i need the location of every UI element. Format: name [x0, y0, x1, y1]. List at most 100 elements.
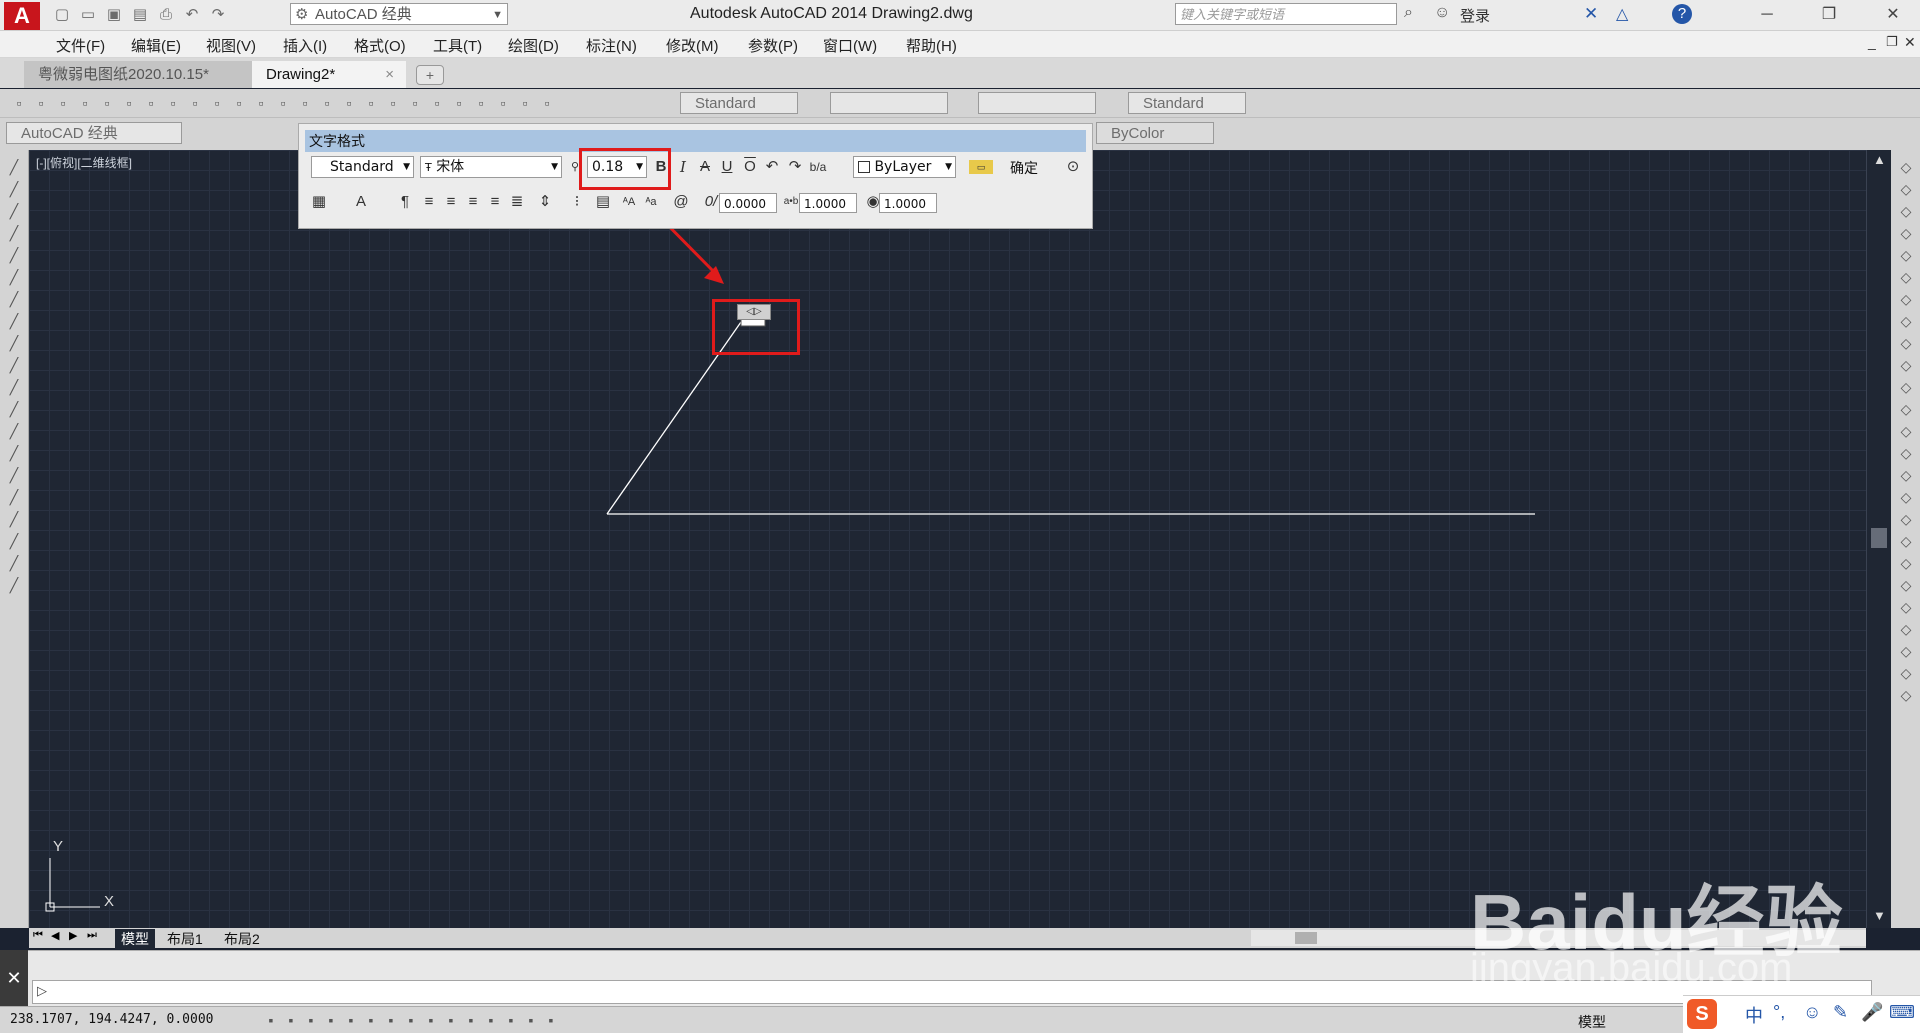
overline-button[interactable]: O — [740, 157, 760, 177]
mtext-justify-icon[interactable]: A — [351, 192, 371, 212]
make-block-icon[interactable]: ╱ — [5, 422, 23, 440]
text-color-select[interactable]: ByLayer ▼ — [853, 156, 956, 178]
first-tab-icon[interactable]: ⏮ — [33, 929, 43, 942]
doc-minimize-icon[interactable]: _ — [1868, 34, 1876, 50]
multileader-style-combo[interactable]: Standard — [1128, 92, 1246, 114]
open-icon[interactable]: ▭ — [78, 6, 98, 24]
break-at-point-icon[interactable]: ◇ — [1897, 400, 1915, 418]
workspace-combo-2[interactable]: AutoCAD 经典 — [6, 122, 182, 144]
keyboard-icon[interactable]: ⌨ — [1889, 1002, 1915, 1023]
publish-icon[interactable]: ▫ — [120, 94, 138, 112]
menu-modify[interactable]: 修改(M) — [666, 35, 719, 56]
3dosnap-icon[interactable]: ▪ — [382, 1011, 400, 1029]
redo-icon[interactable]: ▫ — [296, 94, 314, 112]
arc-icon[interactable]: ╱ — [5, 268, 23, 286]
zoom-window-icon[interactable]: ▫ — [362, 94, 380, 112]
options-icon[interactable]: ⊙ — [1063, 157, 1083, 177]
numbering-icon[interactable]: ⁝ — [567, 192, 587, 212]
plot-icon[interactable]: ⎙ — [156, 6, 176, 24]
menu-file[interactable]: 文件(F) — [56, 35, 105, 56]
layer-7-icon[interactable]: ◇ — [1897, 686, 1915, 704]
doc-restore-icon[interactable]: ❐ — [1886, 34, 1898, 50]
table-style-combo[interactable] — [978, 92, 1096, 114]
uppercase-icon[interactable]: ᴬA — [619, 192, 639, 212]
properties-icon[interactable]: ▫ — [406, 94, 424, 112]
toolpalette-icon[interactable]: ▫ — [450, 94, 468, 112]
table-icon[interactable]: ╱ — [5, 532, 23, 550]
exchange-icon[interactable]: ✕ — [1584, 4, 1598, 24]
extend-icon[interactable]: ◇ — [1897, 378, 1915, 396]
mtext-icon[interactable]: ╱ — [5, 554, 23, 572]
insert-field-icon[interactable]: ▤ — [593, 192, 613, 212]
menu-dimension[interactable]: 标注(N) — [586, 35, 637, 56]
rectangle-icon[interactable]: ╱ — [5, 246, 23, 264]
panel-title[interactable]: 文字格式 — [305, 130, 1086, 152]
stretch-icon[interactable]: ◇ — [1897, 334, 1915, 352]
gradient-icon[interactable]: ╱ — [5, 488, 23, 506]
pen-icon[interactable]: ✎ — [1833, 1002, 1848, 1023]
calculator-icon[interactable]: ▫ — [516, 94, 534, 112]
sogou-icon[interactable]: S — [1687, 999, 1717, 1029]
copy-icon[interactable]: ▫ — [186, 94, 204, 112]
close-icon[interactable]: × — [385, 61, 394, 88]
menu-help[interactable]: 帮助(H) — [906, 35, 957, 56]
scroll-up-icon[interactable]: ▲ — [1873, 152, 1886, 167]
redo-icon[interactable]: ↷ — [208, 6, 228, 24]
copy-object-icon[interactable]: ◇ — [1897, 180, 1915, 198]
close-button[interactable]: ✕ — [1870, 2, 1916, 28]
new-icon[interactable]: ▫ — [10, 94, 28, 112]
lowercase-icon[interactable]: ᴬa — [641, 192, 661, 212]
punctuation-icon[interactable]: °, — [1773, 1002, 1785, 1023]
ellipse-icon[interactable]: ╱ — [5, 356, 23, 374]
scroll-thumb[interactable] — [1871, 528, 1887, 548]
menu-edit[interactable]: 编辑(E) — [131, 35, 181, 56]
user-icon[interactable]: ☺ — [1434, 4, 1450, 22]
color-combo[interactable]: ByColor — [1096, 122, 1214, 144]
move-icon[interactable]: ◇ — [1897, 268, 1915, 286]
scroll-down-icon[interactable]: ▼ — [1873, 908, 1886, 923]
dyn-icon[interactable]: ▪ — [442, 1011, 460, 1029]
sheetset-icon[interactable]: ▫ — [472, 94, 490, 112]
zoom-previous-icon[interactable]: ▫ — [384, 94, 402, 112]
autocad-logo-icon[interactable]: A — [4, 2, 40, 30]
minimize-button[interactable]: ─ — [1744, 2, 1790, 28]
new-icon[interactable]: ▢ — [52, 6, 72, 24]
paste-icon[interactable]: ▫ — [208, 94, 226, 112]
mirror-icon[interactable]: ◇ — [1897, 202, 1915, 220]
tab-layout1[interactable]: 布局1 — [167, 929, 203, 949]
array-icon[interactable]: ◇ — [1897, 246, 1915, 264]
ortho-icon[interactable]: ▪ — [322, 1011, 340, 1029]
italic-button[interactable]: I — [673, 157, 693, 177]
a360-icon[interactable]: △ — [1616, 4, 1628, 24]
polar-icon[interactable]: ▪ — [342, 1011, 360, 1029]
tab-layout2[interactable]: 布局2 — [224, 929, 260, 949]
transparency-icon[interactable]: ▪ — [482, 1011, 500, 1029]
text-style-select[interactable]: Standard ▼ — [311, 156, 414, 178]
prev-tab-icon[interactable]: ◀ — [51, 929, 59, 942]
menu-format[interactable]: 格式(O) — [354, 35, 406, 56]
layer-6-icon[interactable]: ◇ — [1897, 664, 1915, 682]
last-tab-icon[interactable]: ⏭ — [87, 929, 97, 942]
blockedit-icon[interactable]: ▫ — [252, 94, 270, 112]
menu-tools[interactable]: 工具(T) — [433, 35, 482, 56]
snap-icon[interactable]: ▪ — [282, 1011, 300, 1029]
hscroll-thumb[interactable] — [1295, 932, 1317, 944]
help-icon[interactable]: ▫ — [538, 94, 556, 112]
binoculars-icon[interactable]: ⌕ — [1404, 4, 1413, 22]
erase-icon[interactable]: ◇ — [1897, 158, 1915, 176]
scale-icon[interactable]: ◇ — [1897, 312, 1915, 330]
width-factor-input[interactable]: 1.0000 — [879, 193, 937, 213]
grid-icon[interactable]: ▪ — [302, 1011, 320, 1029]
menu-parametric[interactable]: 参数(P) — [748, 35, 798, 56]
designcenter-icon[interactable]: ▫ — [428, 94, 446, 112]
markup-icon[interactable]: ▫ — [494, 94, 512, 112]
tab-document-1[interactable]: 粤微弱电图纸2020.10.15* — [24, 61, 256, 88]
save-icon[interactable]: ▫ — [54, 94, 72, 112]
align-right-icon[interactable]: ≡ — [463, 192, 483, 212]
blend-icon[interactable]: ◇ — [1897, 510, 1915, 528]
dim-style-combo[interactable] — [830, 92, 948, 114]
save-icon[interactable]: ▣ — [104, 6, 124, 24]
workspace-combo[interactable]: ⚙ AutoCAD 经典 ▼ — [290, 3, 508, 25]
redo-icon[interactable]: ↷ — [785, 157, 805, 177]
3dprint-icon[interactable]: ▫ — [142, 94, 160, 112]
